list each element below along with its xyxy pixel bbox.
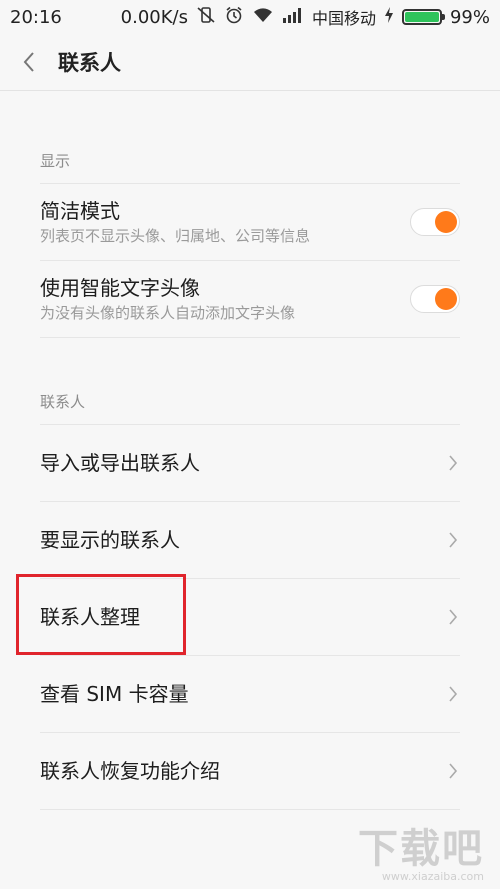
watermark-logo: 下载吧 <box>358 826 484 872</box>
section-label-display: 显示 <box>40 152 71 170</box>
status-bar: 20:16 0.00K/s 中国移动 99% <box>0 0 500 34</box>
setting-text-avatar[interactable]: 使用智能文字头像 为没有头像的联系人自动添加文字头像 <box>40 260 460 337</box>
divider <box>40 337 460 372</box>
chevron-right-icon <box>446 606 460 628</box>
chevron-right-icon <box>446 452 460 474</box>
setting-simple-mode[interactable]: 简洁模式 列表页不显示头像、归属地、公司等信息 <box>40 183 460 260</box>
divider <box>40 809 460 810</box>
status-right: 0.00K/s 中国移动 99% <box>121 5 490 29</box>
simple-mode-toggle[interactable] <box>410 208 460 236</box>
watermark: 下载吧 www.xiazaiba.com <box>358 828 484 883</box>
battery-level <box>404 12 439 22</box>
menu-restore-intro[interactable]: 联系人恢复功能介绍 <box>40 732 460 809</box>
menu-contacts-to-display[interactable]: 要显示的联系人 <box>40 501 460 578</box>
page-title: 联系人 <box>58 51 121 75</box>
menu-label: 查看 SIM 卡容量 <box>40 682 189 706</box>
mute-vibrate-icon <box>196 6 216 29</box>
battery-icon <box>401 9 445 25</box>
carrier-name: 中国移动 <box>311 9 376 28</box>
app-header: 联系人 <box>0 34 500 91</box>
highlight-box <box>16 574 186 655</box>
menu-sim-capacity[interactable]: 查看 SIM 卡容量 <box>40 655 460 732</box>
menu-label: 导入或导出联系人 <box>40 451 200 475</box>
setting-title: 使用智能文字头像 <box>40 276 200 300</box>
setting-text: 简洁模式 列表页不显示头像、归属地、公司等信息 <box>40 198 410 246</box>
menu-label: 要显示的联系人 <box>40 528 180 552</box>
setting-subtitle: 为没有头像的联系人自动添加文字头像 <box>40 304 296 322</box>
setting-title: 简洁模式 <box>40 199 120 223</box>
text-avatar-toggle[interactable] <box>410 285 460 313</box>
section-label-contacts: 联系人 <box>40 393 86 411</box>
back-button[interactable] <box>16 47 42 77</box>
chevron-right-icon <box>446 760 460 782</box>
toggle-knob <box>435 288 457 310</box>
menu-import-export[interactable]: 导入或导出联系人 <box>40 424 460 501</box>
menu-label: 联系人恢复功能介绍 <box>40 759 220 783</box>
setting-subtitle: 列表页不显示头像、归属地、公司等信息 <box>40 227 311 245</box>
battery-percent: 99% <box>449 6 490 28</box>
chevron-left-icon <box>23 52 34 72</box>
watermark-url: www.xiazaiba.com <box>381 870 484 883</box>
network-speed: 0.00K/s <box>120 6 188 28</box>
alarm-icon <box>224 6 244 29</box>
setting-text: 使用智能文字头像 为没有头像的联系人自动添加文字头像 <box>40 275 410 323</box>
chevron-right-icon <box>446 683 460 705</box>
charging-icon <box>384 6 394 29</box>
wifi-icon <box>252 6 274 29</box>
toggle-knob <box>435 211 457 233</box>
chevron-right-icon <box>446 529 460 551</box>
signal-icon <box>282 6 304 29</box>
status-time: 20:16 <box>10 6 62 28</box>
